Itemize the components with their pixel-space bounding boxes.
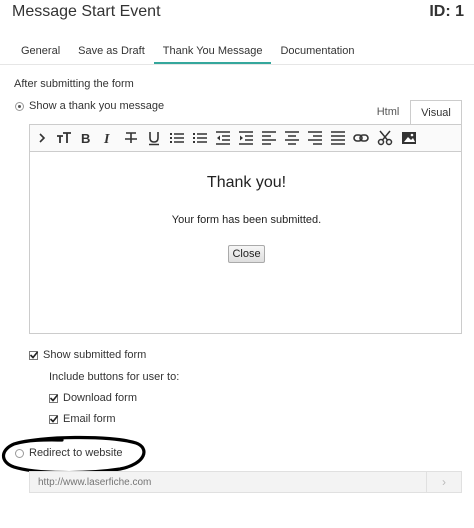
message-heading: Thank you! xyxy=(206,174,287,191)
html-mode-tab[interactable]: Html xyxy=(366,100,410,124)
show-thank-you-radio[interactable] xyxy=(15,102,24,111)
email-form-label[interactable]: Email form xyxy=(63,413,116,425)
email-form-checkbox[interactable] xyxy=(49,415,59,424)
cut-icon[interactable] xyxy=(377,130,393,146)
tab-general[interactable]: General xyxy=(12,42,69,64)
tab-divider xyxy=(0,64,474,65)
message-editor[interactable]: Thank you! Your form has been submitted.… xyxy=(29,152,462,334)
numbered-list-icon[interactable] xyxy=(192,130,208,146)
dialog-header: Message Start Event ID: 1 xyxy=(0,0,474,30)
editor-toolbar: B I xyxy=(29,124,462,152)
svg-text:I: I xyxy=(103,132,110,146)
tab-save-as-draft[interactable]: Save as Draft xyxy=(69,42,154,64)
justify-icon[interactable] xyxy=(330,130,346,146)
tab-bar: General Save as Draft Thank You Message … xyxy=(12,42,363,64)
show-thank-you-label[interactable]: Show a thank you message xyxy=(29,100,164,112)
download-form-label[interactable]: Download form xyxy=(63,392,137,404)
italic-icon[interactable]: I xyxy=(100,130,116,146)
align-left-icon[interactable] xyxy=(261,130,277,146)
section-title: After submitting the form xyxy=(14,78,134,90)
message-body: Your form has been submitted. xyxy=(171,214,322,226)
dialog-title: Message Start Event xyxy=(12,3,161,20)
redirect-url-input[interactable] xyxy=(29,471,427,493)
tab-documentation[interactable]: Documentation xyxy=(271,42,363,64)
strikethrough-icon[interactable] xyxy=(123,130,139,146)
bold-icon[interactable]: B xyxy=(78,130,94,146)
image-icon[interactable] xyxy=(401,130,417,146)
include-buttons-label: Include buttons for user to: xyxy=(49,371,180,383)
indent-icon[interactable] xyxy=(238,130,254,146)
bullet-list-icon[interactable] xyxy=(169,130,185,146)
download-form-checkbox[interactable] xyxy=(49,394,59,403)
show-submitted-form-label[interactable]: Show submitted form xyxy=(43,349,146,361)
font-size-icon[interactable] xyxy=(56,130,72,146)
align-center-icon[interactable] xyxy=(284,130,300,146)
show-submitted-form-checkbox[interactable] xyxy=(29,351,39,360)
expand-icon[interactable] xyxy=(34,130,50,146)
redirect-go-button[interactable]: › xyxy=(427,471,462,493)
underline-icon[interactable] xyxy=(146,130,162,146)
outdent-icon[interactable] xyxy=(215,130,231,146)
visual-mode-tab[interactable]: Visual xyxy=(410,100,462,125)
tab-thank-you-message[interactable]: Thank You Message xyxy=(153,42,272,64)
align-right-icon[interactable] xyxy=(307,130,323,146)
close-button[interactable]: Close xyxy=(228,245,265,263)
event-id: ID: 1 xyxy=(429,3,464,20)
link-icon[interactable] xyxy=(353,130,369,146)
svg-text:B: B xyxy=(81,131,90,146)
annotation-circle xyxy=(1,435,146,474)
